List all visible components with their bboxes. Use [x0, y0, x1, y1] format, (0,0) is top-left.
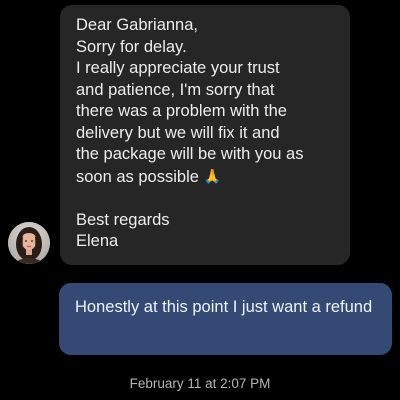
signoff-name: Elena	[76, 232, 119, 250]
message-line: delivery but we will fix it and	[76, 123, 280, 142]
sender-avatar[interactable]	[8, 222, 50, 264]
message-line: and patience, I'm sorry that	[76, 80, 275, 99]
praying-hands-emoji: 🙏	[203, 167, 221, 184]
message-timestamp: February 11 at 2:07 PM	[129, 376, 271, 391]
message-line: I really appreciate your trust	[76, 59, 280, 77]
message-line: the package will be with you as	[76, 145, 304, 163]
message-line: Dear Gabrianna,	[76, 16, 198, 34]
message-line-text: soon as possible	[76, 167, 199, 186]
avatar-photo-icon	[8, 222, 50, 264]
signoff-line: Best regards	[76, 210, 170, 229]
incoming-message-bubble[interactable]: Dear Gabrianna, Sorry for delay. I reall…	[60, 5, 350, 265]
message-line: Sorry for delay.	[76, 37, 187, 56]
outgoing-message-bubble[interactable]: Honestly at this point I just want a ref…	[59, 283, 392, 355]
message-line-with-emoji: soon as possible 🙏	[76, 166, 336, 189]
outgoing-message-text: Honestly at this point I just want a ref…	[75, 298, 373, 316]
message-line: there was a problem with the	[76, 102, 287, 120]
message-spacer	[76, 188, 336, 210]
chat-thread: Dear Gabrianna, Sorry for delay. I reall…	[0, 0, 400, 400]
